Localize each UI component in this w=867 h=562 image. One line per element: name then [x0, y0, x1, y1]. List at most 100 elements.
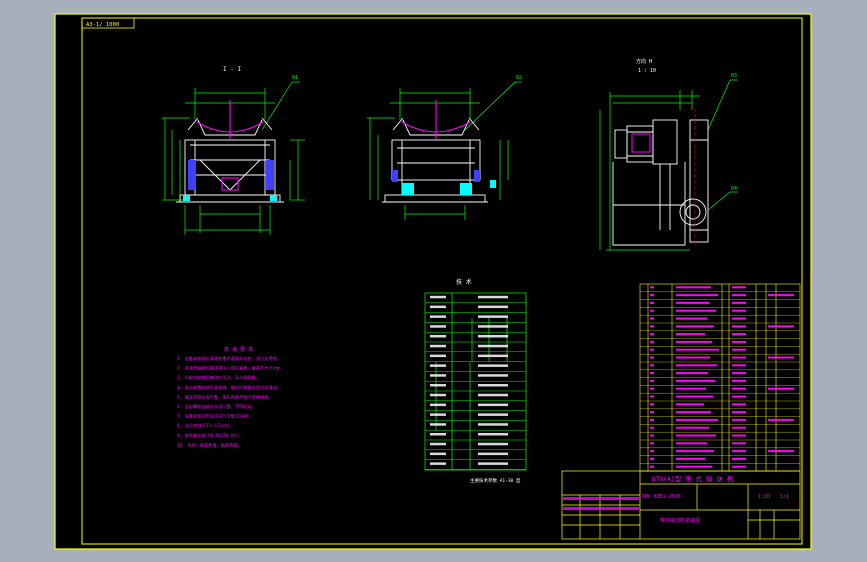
parts-cell-mark [676, 286, 711, 289]
parts-cell-mark [732, 403, 746, 406]
parts-cell-mark [676, 457, 705, 460]
parts-cell-mark [650, 301, 654, 304]
spec-cell-mark [430, 442, 446, 446]
parts-cell-mark [650, 356, 654, 359]
parts-cell-mark [650, 465, 654, 468]
spec-cell-mark [430, 344, 446, 348]
spec-cell-mark [478, 374, 508, 377]
drawing-sheet-no: 1/1 [780, 494, 789, 500]
spec-cell-mark [478, 393, 508, 397]
parts-cell-mark [676, 403, 704, 406]
parts-cell-mark [650, 387, 654, 390]
parts-cell-mark [650, 364, 654, 367]
parts-cell-mark [768, 356, 794, 359]
parts-cell-mark [676, 325, 714, 328]
spec-cell-mark [478, 325, 508, 328]
spec-cell-mark [478, 462, 508, 465]
note-line: 1. 设备安装前应清除各零件表面的毛刺、油污及锈蚀。 [177, 355, 281, 362]
parts-cell-mark [732, 309, 746, 312]
parts-cell-mark [650, 317, 654, 320]
spec-cell-mark [430, 403, 446, 407]
parts-cell-mark [650, 434, 654, 437]
view-label-left: I - I [223, 66, 241, 73]
parts-cell-mark [732, 379, 746, 382]
spec-cell-mark [478, 442, 508, 446]
spec-cell-mark [478, 423, 508, 426]
spec-cell-mark [478, 364, 508, 367]
parts-cell-mark [732, 411, 746, 414]
spec-cell-mark [430, 305, 446, 309]
parts-cell-mark [676, 294, 718, 297]
spec-cell-mark [478, 403, 508, 407]
parts-cell-mark [676, 450, 714, 453]
parts-cell-mark [732, 325, 746, 328]
note-line: 5. 输送带接头应平整，接头强度不低于带体强度。 [177, 393, 273, 400]
parts-cell-mark [732, 356, 746, 359]
parts-cell-mark [732, 340, 746, 343]
spec-cell-mark [430, 423, 446, 426]
parts-cell-mark [676, 379, 715, 382]
note-line: 8. 试运转时间不少于2小时。 [177, 422, 233, 429]
parts-cell-mark [768, 418, 794, 421]
product-name: DTⅡ(A)型 带 式 输 送 机 [652, 474, 734, 483]
parts-cell-mark [768, 325, 794, 328]
parts-cell-mark [768, 387, 794, 390]
specs-title: 技 术 [456, 278, 472, 286]
parts-cell-mark [676, 426, 709, 429]
parts-cell-mark [650, 333, 654, 336]
cad-drawing-canvas: A3-1/ 1000 I - I 01 02 方向 H 1: 10 03 04… [54, 13, 812, 550]
parts-cell-mark [676, 309, 716, 312]
parts-cell-mark [650, 442, 654, 445]
parts-cell-mark [732, 450, 746, 453]
callout-04: 04 [731, 186, 737, 192]
specs-footer: 主要技术参数 A1-30 型 [470, 477, 521, 484]
note-line: 10. 涂漆：底漆两道，面漆两道。 [177, 441, 242, 448]
parts-cell-mark [676, 465, 712, 468]
spec-cell-mark [430, 354, 446, 358]
note-line: 9. 其他要求按 GB 50270 执行。 [177, 432, 243, 439]
parts-cell-mark [650, 348, 654, 351]
parts-cell-mark [650, 426, 654, 429]
spec-cell-mark [430, 315, 446, 318]
drawing-scale: 1:20 [758, 494, 770, 500]
spec-cell-mark [430, 433, 446, 436]
parts-cell-mark [650, 403, 654, 406]
parts-cell-mark [676, 387, 706, 390]
spec-cell-mark [430, 413, 446, 416]
parts-cell-mark [732, 333, 746, 336]
corner-label: A3-1/ 1000 [86, 22, 119, 28]
spec-cell-mark [478, 335, 508, 338]
parts-cell-mark [676, 411, 711, 414]
parts-cell-mark [732, 348, 746, 351]
parts-cell-mark [650, 286, 654, 289]
parts-cell-mark [676, 333, 705, 336]
parts-cell-mark [732, 465, 746, 468]
parts-cell-mark [650, 325, 654, 328]
parts-cell-mark [732, 426, 746, 429]
spec-cell-mark [478, 433, 508, 436]
spec-cell-mark [478, 344, 508, 348]
parts-cell-mark [650, 457, 654, 460]
parts-cell-mark [732, 418, 746, 421]
callout-01: 01 [292, 75, 298, 81]
callout-02: 02 [516, 75, 522, 81]
note-line: 4. 驱动装置安装后减速器、电机应按要求加注润滑油。 [177, 384, 281, 391]
parts-cell-mark [676, 434, 716, 437]
parts-cell-mark [732, 387, 746, 390]
parts-cell-mark [768, 450, 794, 453]
spec-cell-mark [430, 452, 446, 456]
parts-cell-mark [650, 372, 654, 375]
note-line: 7. 设备安装完毕后应进行空载试运转。 [177, 413, 252, 420]
spec-cell-mark [478, 384, 508, 387]
parts-cell-mark [676, 348, 719, 351]
parts-cell-mark [650, 395, 654, 398]
spec-cell-mark [478, 315, 508, 318]
spec-cell-mark [430, 364, 446, 367]
parts-cell-mark [676, 356, 710, 359]
spec-cell-mark [430, 335, 446, 338]
note-line: 2. 各滚筒轴线与输送带中心线应垂直，偏差不大于2mm。 [177, 365, 284, 372]
parts-cell-mark [732, 434, 746, 437]
parts-cell-mark [650, 418, 654, 421]
parts-cell-mark [650, 309, 654, 312]
note-line: 6. 全部螺栓连接应牢固可靠，不得松动。 [177, 403, 256, 410]
